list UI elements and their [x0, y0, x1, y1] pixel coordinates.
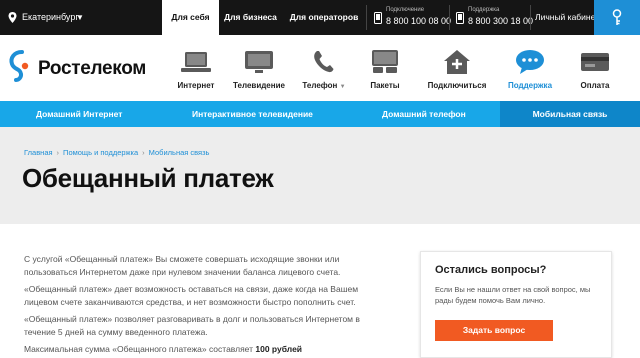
- chat-bubble-icon: [516, 50, 544, 74]
- nav-support[interactable]: Поддержка: [500, 35, 560, 101]
- breadcrumb-separator-icon: ›: [142, 148, 145, 157]
- nav-label: Оплата: [580, 81, 610, 90]
- nav-label-text: Телефон: [302, 81, 338, 90]
- nav-connect[interactable]: Подключиться: [424, 35, 490, 101]
- breadcrumb-home[interactable]: Главная: [24, 148, 53, 157]
- subnav-home-internet[interactable]: Домашний Интернет: [36, 101, 122, 127]
- cabinet-key-button[interactable]: [594, 0, 640, 35]
- content-paragraph: Максимальная сумма «Обещанного платежа» …: [24, 343, 384, 356]
- breadcrumb-mobile[interactable]: Мобильная связь: [149, 148, 210, 157]
- nav-label: Поддержка: [507, 81, 553, 90]
- breadcrumb-help[interactable]: Помощь и поддержка: [63, 148, 138, 157]
- tv-icon: [245, 51, 273, 73]
- tab-operators[interactable]: Для операторов: [282, 0, 366, 35]
- phone-number[interactable]: 8 800 100 08 00: [386, 16, 451, 26]
- nav-payment[interactable]: Оплата: [570, 35, 620, 101]
- questions-text: Если Вы не нашли ответ на свой вопрос, м…: [435, 285, 591, 305]
- package-icon: [372, 50, 398, 73]
- sub-navigation: Домашний Интернет Интерактивное телевиде…: [0, 101, 640, 127]
- nav-label: Подключиться: [427, 81, 487, 90]
- personal-cabinet-link[interactable]: Личный кабинет: [535, 0, 599, 35]
- phone-icon: [456, 12, 464, 24]
- content-paragraph: С услугой «Обещанный платеж» Вы сможете …: [24, 254, 341, 277]
- phone-caption: Поддержка: [468, 7, 500, 13]
- tab-personal[interactable]: Для себя: [162, 0, 219, 35]
- content-paragraph: «Обещанный платеж» позволяет разговарива…: [24, 314, 360, 337]
- chevron-down-icon[interactable]: ▼: [340, 84, 346, 90]
- divider: [366, 5, 367, 30]
- breadcrumb-separator-icon: ›: [56, 148, 60, 157]
- tab-business[interactable]: Для бизнеса: [219, 0, 282, 35]
- questions-box: Остались вопросы? Если Вы не нашли ответ…: [420, 251, 612, 358]
- phone-caption: Подключение: [386, 7, 425, 13]
- content-amount: 100 рублей: [255, 344, 303, 354]
- location-pin-icon: [8, 12, 17, 23]
- ask-question-button[interactable]: Задать вопрос: [435, 320, 553, 341]
- nav-internet[interactable]: Интернет: [174, 35, 218, 101]
- subnav-home-phone[interactable]: Домашний телефон: [382, 101, 466, 127]
- nav-packages[interactable]: Пакеты: [362, 35, 408, 101]
- chevron-down-icon[interactable]: ▼: [76, 13, 84, 22]
- page-title: Обещанный платеж: [22, 163, 274, 193]
- subnav-interactive-tv[interactable]: Интерактивное телевидение: [192, 101, 313, 127]
- divider: [449, 5, 450, 30]
- nav-label: Телефон ▼: [298, 81, 350, 90]
- breadcrumb: Главная › Помощь и поддержка › Мобильная свя…: [24, 148, 209, 157]
- phone-number[interactable]: 8 800 300 18 00: [468, 16, 533, 26]
- key-icon: [612, 9, 622, 25]
- phone-icon: [374, 12, 382, 24]
- nav-label: Телевидение: [233, 81, 285, 90]
- city-selector[interactable]: Екатеринбург: [22, 12, 79, 22]
- nav-label: Пакеты: [370, 81, 400, 90]
- divider: [530, 5, 531, 30]
- rostelecom-logo-icon[interactable]: [8, 50, 34, 82]
- laptop-icon: [181, 52, 211, 72]
- subnav-mobile[interactable]: Мобильная связь: [500, 101, 640, 127]
- brand-name[interactable]: Ростелеком: [38, 58, 146, 80]
- nav-label: Интернет: [177, 81, 215, 90]
- nav-phone[interactable]: Телефон ▼: [298, 35, 350, 101]
- content-text: Максимальная сумма «Обещанного платежа» …: [24, 344, 256, 354]
- house-plus-icon: [444, 50, 470, 74]
- nav-tv[interactable]: Телевидение: [228, 35, 290, 101]
- credit-card-icon: [581, 53, 609, 71]
- questions-title: Остались вопросы?: [435, 264, 547, 276]
- content-paragraph: «Обещанный платеж» дает возможность оста…: [24, 284, 359, 307]
- handset-icon: [314, 51, 334, 73]
